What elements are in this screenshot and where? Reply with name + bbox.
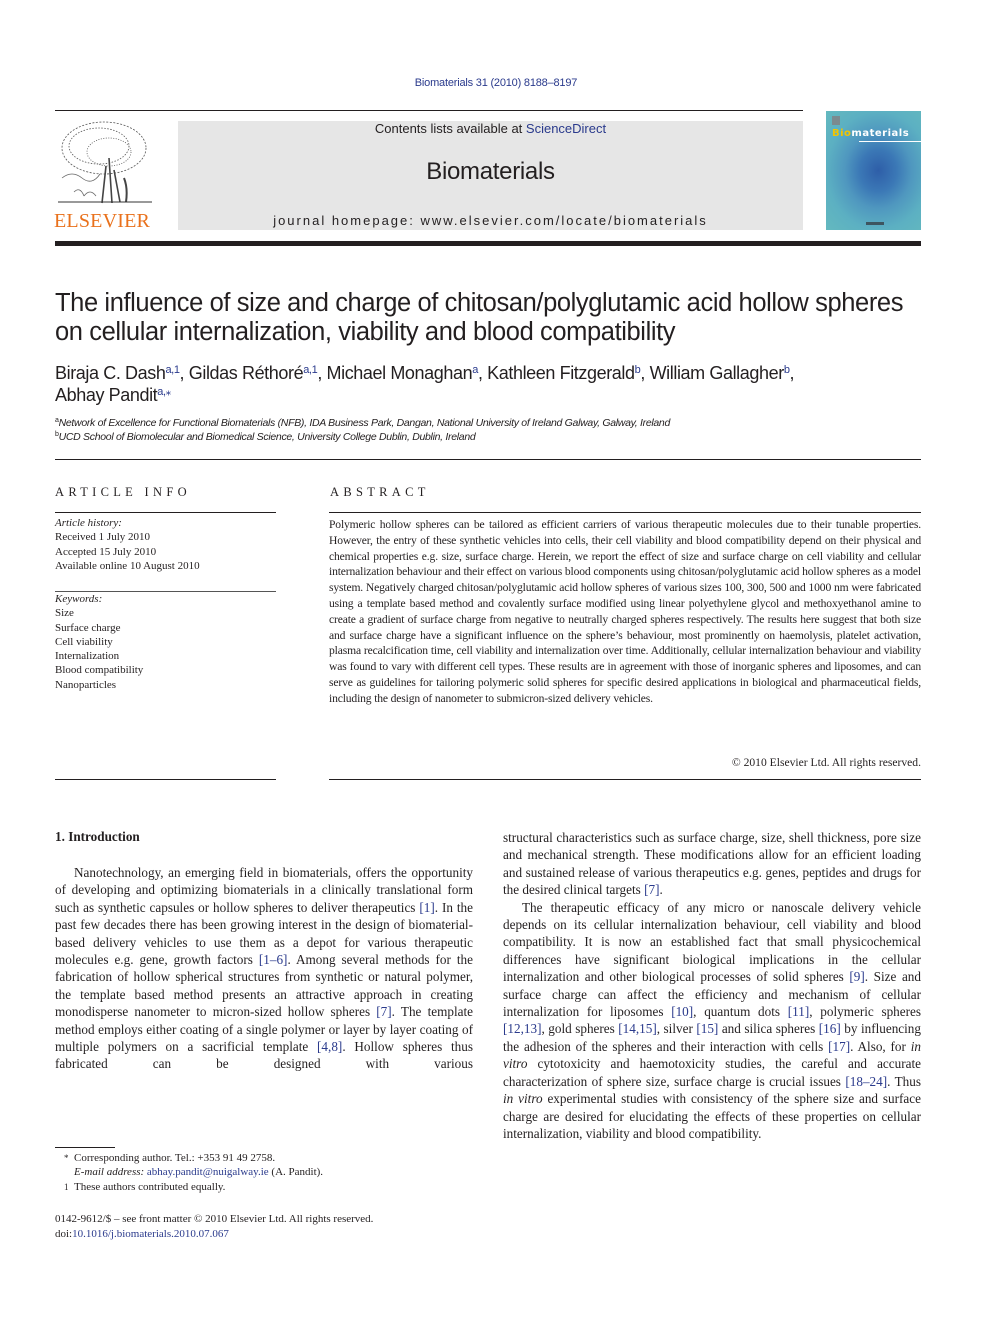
keyword: Surface charge [55, 621, 121, 634]
doi-line: doi:10.1016/j.biomaterials.2010.07.067 [55, 1228, 229, 1241]
cover-elsevier-emblem-icon [832, 116, 840, 125]
history-accepted: Accepted 15 July 2010 [55, 545, 157, 558]
divider [329, 779, 921, 780]
keyword: Size [55, 607, 74, 620]
intro-paragraph-1-continued: structural characteristics such as surfa… [503, 830, 921, 898]
citation-link[interactable]: [7] [644, 882, 659, 897]
citation-link[interactable]: [7] [376, 1004, 391, 1019]
elsevier-tree-icon [54, 118, 156, 210]
article-history: Article history: Received 1 July 2010 Ac… [55, 516, 200, 573]
author-name[interactable]: William Gallagher [650, 363, 785, 383]
author-affiliation-mark[interactable]: a,⁎ [157, 386, 171, 398]
author-affiliation-mark[interactable]: a,1 [165, 364, 179, 376]
divider [55, 779, 276, 780]
footnote-email: E-mail address: abhay.pandit@nuigalway.i… [74, 1166, 324, 1179]
keyword: Nanoparticles [55, 678, 117, 691]
email-link[interactable]: abhay.pandit@nuigalway.ie [147, 1166, 269, 1178]
footnote-equal-contribution: 1 These authors contributed equally. [64, 1180, 226, 1193]
author-name[interactable]: Kathleen Fitzgerald [487, 363, 635, 383]
history-received: Received 1 July 2010 [55, 531, 151, 544]
divider [55, 512, 276, 513]
citation-link[interactable]: [15] [696, 1021, 718, 1036]
cover-footer-mark [866, 222, 884, 225]
citation-link[interactable]: [14,15] [618, 1021, 656, 1036]
journal-name: Biomaterials [426, 158, 555, 185]
affiliations: aNetwork of Excellence for Functional Bi… [55, 416, 935, 444]
journal-banner: Contents lists available at ScienceDirec… [178, 121, 803, 230]
author-name[interactable]: Biraja C. Dash [55, 363, 166, 383]
citation-link[interactable]: [1–6] [259, 952, 288, 967]
keyword: Cell viability [55, 635, 113, 648]
keywords-label: Keywords: [55, 593, 103, 605]
issn-line: 0142-9612/$ – see front matter © 2010 El… [55, 1213, 374, 1225]
author-name[interactable]: Michael Monaghan [327, 363, 473, 383]
abstract-copyright: © 2010 Elsevier Ltd. All rights reserved… [731, 756, 921, 769]
keywords: Keywords: Size Surface charge Cell viabi… [55, 592, 143, 692]
author-list: Biraja C. Dasha,1, Gildas Réthoréa,1, Mi… [55, 363, 795, 405]
front-matter: 0142-9612/$ – see front matter © 2010 El… [55, 1212, 475, 1243]
journal-cover-image[interactable]: Biomaterials [826, 111, 921, 230]
abstract-heading: ABSTRACT [330, 485, 430, 499]
intro-paragraph-1: Nanotechnology, an emerging field in bio… [55, 865, 473, 1072]
abstract-text: Polymeric hollow spheres can be tailored… [329, 518, 921, 705]
article-history-label: Article history: [55, 517, 122, 529]
contents-prefix: Contents lists available at [374, 121, 526, 136]
citation-link[interactable]: [16] [819, 1021, 841, 1036]
cover-rule [859, 141, 921, 142]
elsevier-logo[interactable]: ELSEVIER [54, 118, 156, 232]
section-heading-introduction: 1. Introduction [55, 829, 140, 844]
elsevier-wordmark: ELSEVIER [54, 210, 151, 232]
italic-term: in vitro [503, 1091, 543, 1107]
title-line: on cellular internalization, viability a… [55, 318, 676, 346]
keyword: Internalization [55, 650, 120, 663]
affiliation: bUCD School of Biomolecular and Biomedic… [55, 431, 476, 443]
italic-term: in vitro [503, 1038, 922, 1072]
journal-homepage-link[interactable]: journal homepage: www.elsevier.com/locat… [178, 213, 803, 228]
citation-link[interactable]: [1] [419, 900, 434, 915]
header-thick-rule [55, 241, 921, 246]
title-line: The influence of size and charge of chit… [55, 289, 904, 317]
footnotes: * Corresponding author. Tel.: +353 91 49 … [55, 1151, 475, 1194]
author-name[interactable]: Abhay Pandit [55, 385, 158, 405]
footnote-rule [55, 1147, 115, 1148]
article-info-heading: ARTICLE INFO [55, 485, 191, 499]
keyword: Blood compatibility [55, 664, 144, 677]
citation-link[interactable]: [12,13] [503, 1021, 541, 1036]
body-column-left: Nanotechnology, an emerging field in bio… [55, 864, 473, 1073]
journal-citation[interactable]: Biomaterials 31 (2010) 8188–8197 [0, 77, 992, 89]
footnote-corresponding: * Corresponding author. Tel.: +353 91 49 … [64, 1152, 276, 1164]
divider [329, 512, 921, 513]
citation-link[interactable]: [18–24] [845, 1074, 887, 1089]
citation-link[interactable]: [17] [828, 1039, 850, 1054]
body-column-right: structural characteristics such as surfa… [503, 829, 921, 1142]
citation-link[interactable]: [9] [849, 969, 864, 984]
article-title: The influence of size and charge of chit… [55, 289, 935, 347]
section-divider [55, 459, 921, 460]
affiliation: aNetwork of Excellence for Functional Bi… [55, 417, 671, 429]
author-name[interactable]: Gildas Réthoré [189, 363, 304, 383]
author-affiliation-mark[interactable]: a,1 [303, 364, 317, 376]
citation-link[interactable]: [11] [788, 1004, 809, 1019]
intro-paragraph-2: The therapeutic efficacy of any micro or… [503, 899, 922, 1141]
citation-link[interactable]: [4,8] [317, 1039, 342, 1054]
contents-line: Contents lists available at ScienceDirec… [178, 121, 803, 136]
sciencedirect-link[interactable]: ScienceDirect [526, 121, 606, 136]
citation-link[interactable]: [10] [671, 1004, 693, 1019]
cover-title: Biomaterials [832, 128, 910, 139]
history-available-online: Available online 10 August 2010 [55, 559, 200, 572]
doi-link[interactable]: 10.1016/j.biomaterials.2010.07.067 [72, 1228, 229, 1240]
header-top-rule [55, 110, 803, 111]
